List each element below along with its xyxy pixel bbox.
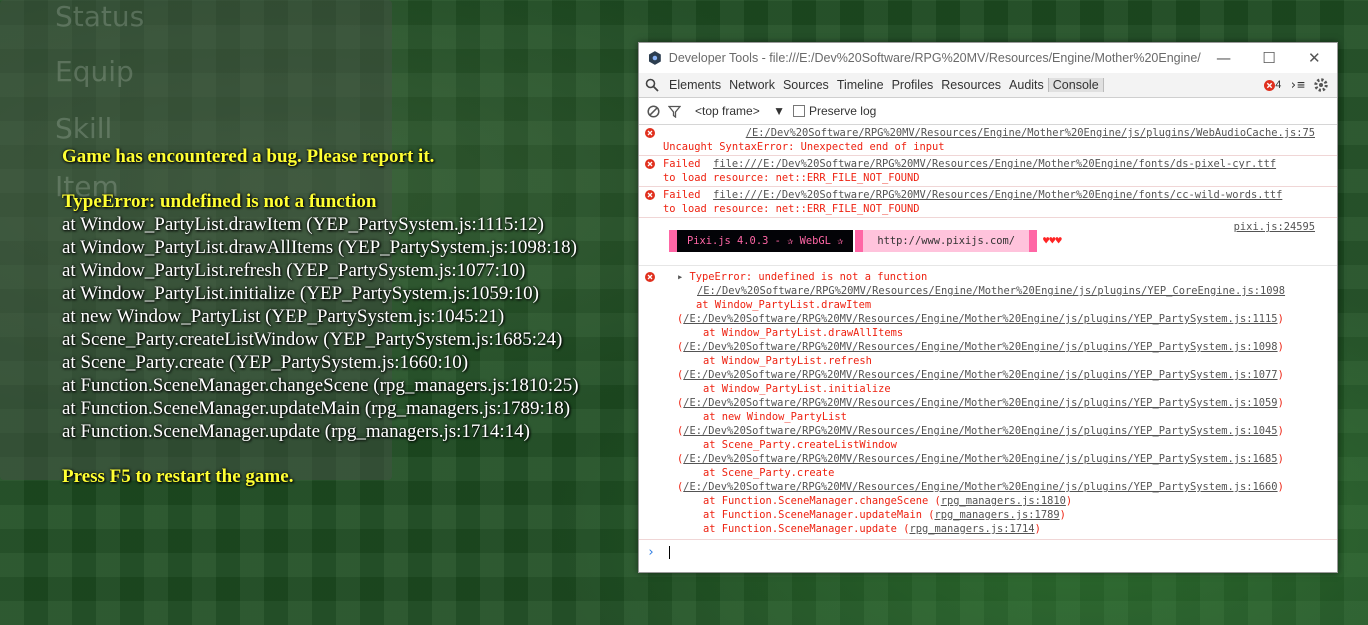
trace-fn: at Function.SceneManager.updateMain xyxy=(703,509,922,521)
trace-link[interactable]: /E:/Dev%20Software/RPG%20MV/Resources/En… xyxy=(683,453,1277,465)
ghost-menu-item: Skill xyxy=(55,112,113,145)
resource-link[interactable]: file:///E:/Dev%20Software/RPG%20MV/Resou… xyxy=(713,158,1276,170)
error-text: to load resource: net::ERR_FILE_NOT_FOUN… xyxy=(663,203,920,215)
error-title: Game has encountered a bug. Please repor… xyxy=(62,146,435,167)
trace-link[interactable]: rpg_managers.js:1789 xyxy=(934,509,1059,521)
console-toolbar: <top frame> ▼ Preserve log xyxy=(639,98,1337,125)
preserve-log-checkbox[interactable] xyxy=(792,105,805,117)
tab-timeline[interactable]: Timeline xyxy=(833,78,888,92)
error-icon xyxy=(1264,79,1276,91)
console-error-message: /E:/Dev%20Software/RPG%20MV/Resources/En… xyxy=(639,125,1337,156)
error-head: TypeError: undefined is not a function xyxy=(689,271,928,283)
trace-fn: at Window_PartyList.drawAllItems xyxy=(703,327,904,339)
inspect-search-icon[interactable] xyxy=(639,78,665,92)
console-log-message: pixi.js:24595 Pixi.js 4.0.3 - ✰ WebGL ✰ … xyxy=(639,218,1337,266)
stack-line: at Function.SceneManager.changeScene (rp… xyxy=(62,375,579,396)
trace-fn: at Window_PartyList.drawItem xyxy=(696,299,872,311)
console-output: /E:/Dev%20Software/RPG%20MV/Resources/En… xyxy=(639,125,1337,560)
trace-fn: at Scene_Party.createListWindow xyxy=(703,439,897,451)
gear-icon[interactable] xyxy=(1313,77,1329,93)
trace-link[interactable]: /E:/Dev%20Software/RPG%20MV/Resources/En… xyxy=(683,313,1277,325)
tab-audits[interactable]: Audits xyxy=(1005,78,1048,92)
tab-network[interactable]: Network xyxy=(725,78,779,92)
error-icon xyxy=(645,190,655,200)
trace-fn: at new Window_PartyList xyxy=(703,411,847,423)
stack-line: at new Window_PartyList (YEP_PartySystem… xyxy=(62,306,505,327)
tab-console[interactable]: Console xyxy=(1047,78,1104,92)
minimize-icon[interactable]: — xyxy=(1201,49,1246,67)
maximize-icon[interactable]: ☐ xyxy=(1246,49,1291,67)
trace-link[interactable]: rpg_managers.js:1714 xyxy=(909,523,1034,535)
prompt-chevron-icon: › xyxy=(647,545,655,560)
stack-line: at Function.SceneManager.updateMain (rpg… xyxy=(62,398,571,419)
tab-sources[interactable]: Sources xyxy=(779,78,833,92)
pixi-banner: Pixi.js 4.0.3 - ✰ WebGL ✰ http://www.pix… xyxy=(669,230,1062,252)
source-link[interactable]: /E:/Dev%20Software/RPG%20MV/Resources/En… xyxy=(746,127,1315,139)
pixi-url: http://www.pixijs.com/ xyxy=(863,230,1030,252)
trace-fn: at Window_PartyList.initialize xyxy=(703,383,891,395)
error-text: Uncaught SyntaxError: Unexpected end of … xyxy=(663,141,945,153)
trace-fn: at Function.SceneManager.changeScene xyxy=(703,495,929,507)
panel-tabs: Elements Network Sources Timeline Profil… xyxy=(639,73,1337,98)
window-title: Developer Tools - file:///E:/Dev%20Softw… xyxy=(668,51,1201,65)
pixi-hearts: ♥♥♥ xyxy=(1043,235,1062,247)
console-error-message: Failed file:///E:/Dev%20Software/RPG%20M… xyxy=(639,156,1337,187)
devtools-titlebar[interactable]: Developer Tools - file:///E:/Dev%20Softw… xyxy=(639,43,1337,73)
stack-line: at Window_PartyList.initialize (YEP_Part… xyxy=(62,283,540,304)
stack-line: at Function.SceneManager.update (rpg_man… xyxy=(62,421,531,442)
expand-triangle-icon[interactable]: ▸ xyxy=(677,271,683,283)
preserve-log-label: Preserve log xyxy=(808,104,877,118)
error-icon xyxy=(645,159,655,169)
drawer-toggle-icon[interactable]: ›≡ xyxy=(1289,78,1305,93)
stack-line: at Window_PartyList.drawAllItems (YEP_Pa… xyxy=(62,237,578,258)
error-text: to load resource: net::ERR_FILE_NOT_FOUN… xyxy=(663,172,920,184)
console-error-message: ▸ TypeError: undefined is not a function… xyxy=(639,266,1337,540)
resource-link[interactable]: file:///E:/Dev%20Software/RPG%20MV/Resou… xyxy=(713,189,1282,201)
trace-fn: at Function.SceneManager.update xyxy=(703,523,897,535)
trace-link[interactable]: /E:/Dev%20Software/RPG%20MV/Resources/En… xyxy=(683,369,1277,381)
error-text: Failed xyxy=(663,189,701,201)
error-text: Failed xyxy=(663,158,701,170)
console-prompt[interactable]: › xyxy=(639,540,1337,560)
source-link[interactable]: pixi.js:24595 xyxy=(1234,220,1315,234)
ghost-menu-item: Status xyxy=(55,0,145,33)
ghost-menu-item: Equip xyxy=(55,55,134,88)
devtools-window: Developer Tools - file:///E:/Dev%20Softw… xyxy=(638,42,1338,573)
tab-elements[interactable]: Elements xyxy=(665,78,725,92)
trace-fn: at Window_PartyList.refresh xyxy=(703,355,872,367)
source-link[interactable]: /E:/Dev%20Software/RPG%20MV/Resources/En… xyxy=(697,285,1285,297)
prompt-cursor xyxy=(668,546,670,559)
error-counter[interactable]: 4 xyxy=(1264,79,1281,91)
stack-line: at Scene_Party.create (YEP_PartySystem.j… xyxy=(62,352,469,373)
trace-link[interactable]: /E:/Dev%20Software/RPG%20MV/Resources/En… xyxy=(683,397,1277,409)
stack-line: at Window_PartyList.drawItem (YEP_PartyS… xyxy=(62,214,544,235)
error-icon xyxy=(645,272,655,282)
error-icon xyxy=(645,128,655,138)
trace-link[interactable]: /E:/Dev%20Software/RPG%20MV/Resources/En… xyxy=(683,425,1277,437)
devtools-app-icon xyxy=(648,51,661,65)
trace-link[interactable]: /E:/Dev%20Software/RPG%20MV/Resources/En… xyxy=(683,341,1277,353)
pixi-version-label: Pixi.js 4.0.3 - ✰ WebGL ✰ xyxy=(677,230,854,252)
tab-profiles[interactable]: Profiles xyxy=(888,78,938,92)
error-count: 4 xyxy=(1275,79,1282,91)
close-icon[interactable]: ✕ xyxy=(1292,49,1337,67)
preserve-log-toggle[interactable]: Preserve log xyxy=(792,104,877,118)
game-error-overlay: Game has encountered a bug. Please repor… xyxy=(62,145,632,488)
frame-select[interactable]: <top frame> ▼ xyxy=(695,104,785,118)
tab-resources[interactable]: Resources xyxy=(937,78,1005,92)
filter-icon[interactable] xyxy=(668,105,681,118)
trace-fn: at Scene_Party.create xyxy=(703,467,835,479)
error-type: TypeError: undefined is not a function xyxy=(62,191,377,212)
clear-console-icon[interactable] xyxy=(647,104,660,118)
trace-link[interactable]: rpg_managers.js:1810 xyxy=(941,495,1066,507)
stack-line: at Window_PartyList.refresh (YEP_PartySy… xyxy=(62,260,526,281)
restart-hint: Press F5 to restart the game. xyxy=(62,466,294,487)
trace-link[interactable]: /E:/Dev%20Software/RPG%20MV/Resources/En… xyxy=(683,481,1277,493)
console-error-message: Failed file:///E:/Dev%20Software/RPG%20M… xyxy=(639,187,1337,218)
stack-line: at Scene_Party.createListWindow (YEP_Par… xyxy=(62,329,563,350)
